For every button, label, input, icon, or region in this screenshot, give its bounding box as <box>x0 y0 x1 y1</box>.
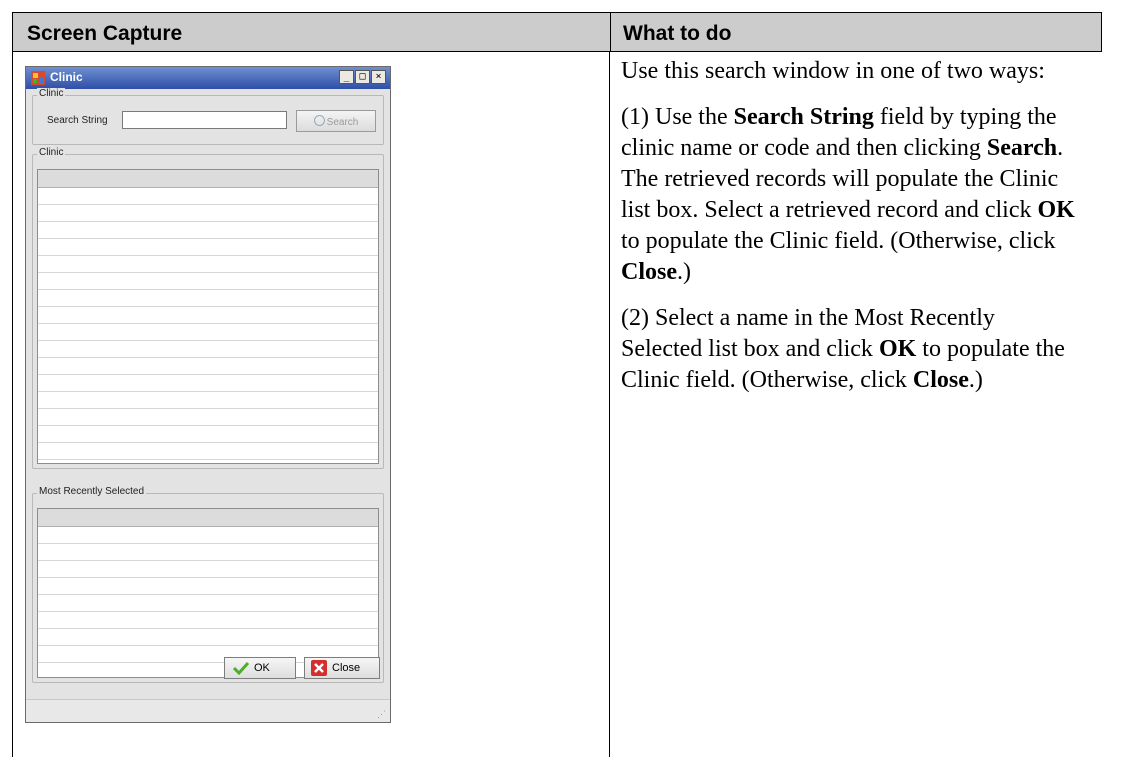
clinic-list-group: Clinic <box>32 147 384 469</box>
list-item[interactable] <box>38 205 378 222</box>
step1-text: (1) Use the <box>621 104 734 130</box>
step2-bold-close: Close <box>912 367 969 393</box>
search-group: Clinic Search String Search <box>32 88 384 145</box>
close-button-label: Close <box>332 661 361 674</box>
list-item[interactable] <box>38 375 378 392</box>
step1-bold-ok: OK <box>1037 197 1075 223</box>
checkmark-icon <box>233 661 249 675</box>
list-item[interactable] <box>38 188 378 205</box>
step1-bold-close: Close <box>621 259 677 285</box>
ok-button-label: OK <box>254 661 270 674</box>
maximize-button[interactable]: □ <box>355 70 370 84</box>
list-item[interactable] <box>38 222 378 239</box>
search-group-label: Clinic <box>37 88 66 99</box>
step1-bold-search-string: Search String <box>733 104 874 130</box>
instructions-intro: Use this search window in one of two way… <box>621 58 1045 84</box>
clinic-list-label: Clinic <box>37 147 66 158</box>
table-header-row: Screen Capture What to do <box>12 12 1102 52</box>
list-item[interactable] <box>38 443 378 460</box>
list-item[interactable] <box>38 578 378 595</box>
header-divider <box>610 13 611 51</box>
minimize-button[interactable]: _ <box>339 70 354 84</box>
list-item[interactable] <box>38 358 378 375</box>
dialog-title: Clinic <box>50 70 83 84</box>
list-item[interactable] <box>38 561 378 578</box>
step1-text: .) <box>677 259 691 285</box>
list-item[interactable] <box>38 544 378 561</box>
dialog-titlebar[interactable]: Clinic _ □ × <box>26 67 390 89</box>
step1-bold-search: Search <box>986 135 1058 161</box>
step2-text: .) <box>968 367 983 393</box>
recent-list-header <box>38 509 378 527</box>
resize-grip-icon[interactable]: ⋰ <box>377 709 387 719</box>
step2-bold-ok: OK <box>878 336 917 362</box>
search-button[interactable]: Search <box>296 110 376 132</box>
clinic-list-header <box>38 170 378 188</box>
list-item[interactable] <box>38 426 378 443</box>
clinic-listbox[interactable] <box>37 169 379 464</box>
close-window-button[interactable]: × <box>371 70 386 84</box>
list-item[interactable] <box>38 460 378 463</box>
list-item[interactable] <box>38 629 378 646</box>
list-item[interactable] <box>38 341 378 358</box>
instructions-step-1: (1) Use the Search String field by typin… <box>621 102 1081 288</box>
recent-listbox[interactable] <box>37 508 379 678</box>
search-string-label: Search String <box>47 115 108 126</box>
list-item[interactable] <box>38 307 378 324</box>
status-bar: ⋰ <box>26 699 390 722</box>
list-item[interactable] <box>38 324 378 341</box>
list-item[interactable] <box>38 527 378 544</box>
list-item[interactable] <box>38 273 378 290</box>
instructions-text: Use this search window in one of two way… <box>621 56 1081 411</box>
list-item[interactable] <box>38 595 378 612</box>
step1-text: to populate the Clinic field. (Otherwise… <box>621 228 1056 254</box>
app-icon <box>31 71 45 85</box>
ok-button[interactable]: OK <box>224 657 296 679</box>
table-left-border <box>12 52 13 757</box>
list-item[interactable] <box>38 290 378 307</box>
instructions-step-2: (2) Select a name in the Most Recently S… <box>621 303 1081 396</box>
header-screen-capture: Screen Capture <box>27 22 183 45</box>
recent-list-label: Most Recently Selected <box>37 486 147 497</box>
list-item[interactable] <box>38 256 378 273</box>
list-item[interactable] <box>38 409 378 426</box>
list-item[interactable] <box>38 612 378 629</box>
table-column-divider <box>609 52 610 757</box>
close-button[interactable]: Close <box>304 657 380 679</box>
header-what-to-do: What to do <box>623 22 732 45</box>
window-buttons: _ □ × <box>338 70 386 86</box>
search-button-label: Search <box>326 116 359 128</box>
search-icon <box>313 114 325 126</box>
list-item[interactable] <box>38 239 378 256</box>
recent-list-group: Most Recently Selected <box>32 486 384 683</box>
close-x-icon <box>311 660 327 676</box>
list-item[interactable] <box>38 392 378 409</box>
search-string-input[interactable] <box>122 111 287 129</box>
clinic-dialog: Clinic _ □ × Clinic Search String Search… <box>25 66 391 723</box>
